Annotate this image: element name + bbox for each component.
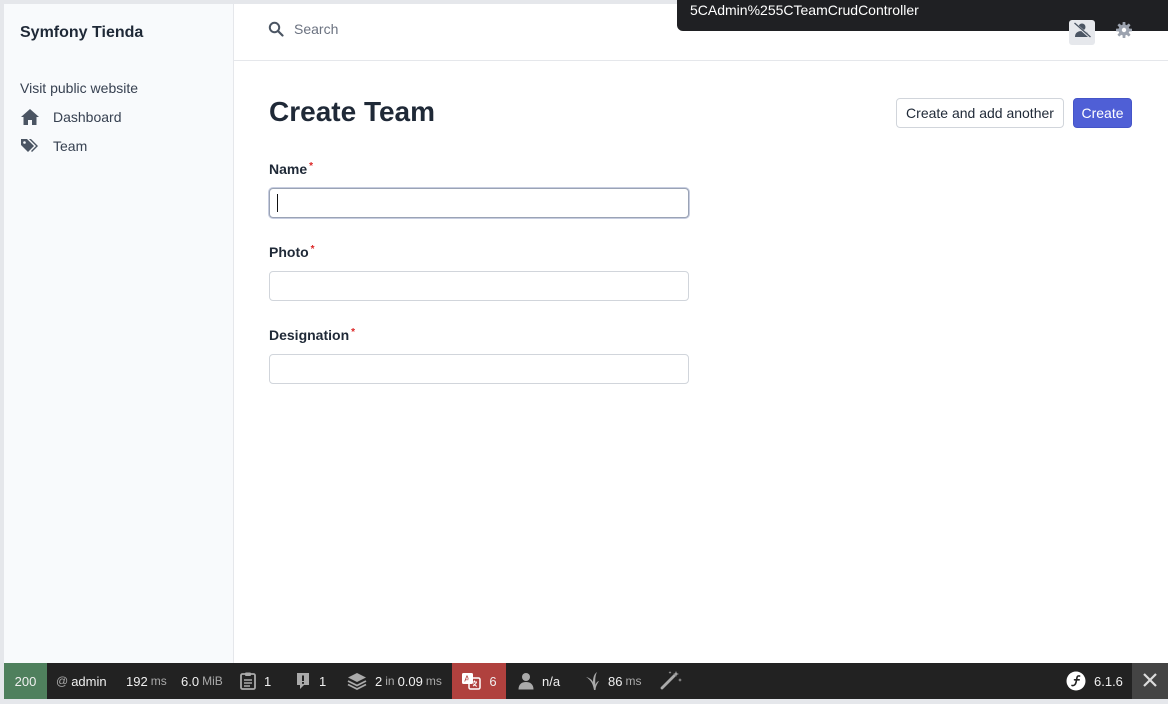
sidebar-item-label: Team	[53, 138, 88, 154]
name-label: Name *	[269, 161, 314, 177]
create-button[interactable]: Create	[1073, 98, 1132, 128]
designation-label: Designation *	[269, 327, 356, 343]
create-and-add-another-button[interactable]: Create and add another	[896, 98, 1064, 128]
person-icon	[518, 672, 534, 690]
toolbar-twig[interactable]: 86 ms	[584, 663, 641, 699]
search-box[interactable]: Search	[268, 21, 338, 37]
close-icon	[1142, 672, 1158, 691]
toolbar-logs[interactable]: 1	[240, 663, 271, 699]
search-placeholder: Search	[294, 21, 339, 37]
toolbar-time[interactable]: 192 ms	[126, 663, 167, 699]
sidebar-item-dashboard[interactable]: Dashboard	[20, 106, 122, 128]
debug-toolbar: 200 @ admin 192 ms 6.0 MiB 1 1 2 in 0.09…	[4, 663, 1168, 699]
status-code-badge[interactable]: 200	[4, 663, 47, 699]
visit-public-website-link[interactable]: Visit public website	[20, 80, 138, 96]
designation-field[interactable]	[269, 354, 689, 384]
toolbar-exceptions[interactable]: 1	[295, 663, 326, 699]
toolbar-translation[interactable]: A 6	[452, 663, 506, 699]
toolbar-memory[interactable]: 6.0 MiB	[181, 663, 223, 699]
required-marker: *	[309, 161, 314, 172]
home-icon	[20, 107, 40, 127]
toolbar-config[interactable]	[660, 663, 682, 699]
toolbar-user[interactable]: @ admin	[56, 663, 107, 699]
exclamation-icon	[295, 672, 311, 690]
sidebar-item-label: Dashboard	[53, 109, 122, 125]
toolbar-close-button[interactable]	[1132, 663, 1168, 699]
symfony-logo-icon	[1066, 671, 1086, 691]
page-title: Create Team	[269, 96, 436, 127]
user-slash-icon	[1073, 22, 1091, 43]
required-marker: *	[351, 327, 356, 338]
window-frame-bottom	[0, 699, 1168, 704]
toolbar-cache[interactable]: 2 in 0.09 ms	[347, 663, 442, 699]
search-icon	[268, 21, 284, 37]
name-field[interactable]	[269, 188, 689, 218]
user-menu-button[interactable]	[1069, 20, 1095, 45]
toolbar-symfony-version[interactable]: 6.1.6	[1066, 663, 1123, 699]
required-marker: *	[310, 244, 315, 255]
photo-label: Photo *	[269, 244, 315, 260]
clipboard-icon	[240, 672, 256, 690]
translate-icon: A	[461, 672, 482, 690]
magic-wand-icon	[660, 670, 682, 693]
layers-icon	[347, 672, 367, 690]
settings-button[interactable]	[1114, 21, 1134, 44]
tags-icon	[20, 136, 40, 156]
twig-icon	[584, 671, 600, 691]
sidebar-item-team[interactable]: Team	[20, 135, 87, 157]
brand-title[interactable]: Symfony Tienda	[20, 24, 143, 42]
toolbar-security[interactable]: n/a	[518, 663, 560, 699]
photo-field[interactable]	[269, 271, 689, 301]
sidebar: Symfony Tienda Visit public website Dash…	[4, 4, 234, 663]
text-cursor	[277, 194, 278, 212]
gear-icon	[1115, 21, 1133, 44]
